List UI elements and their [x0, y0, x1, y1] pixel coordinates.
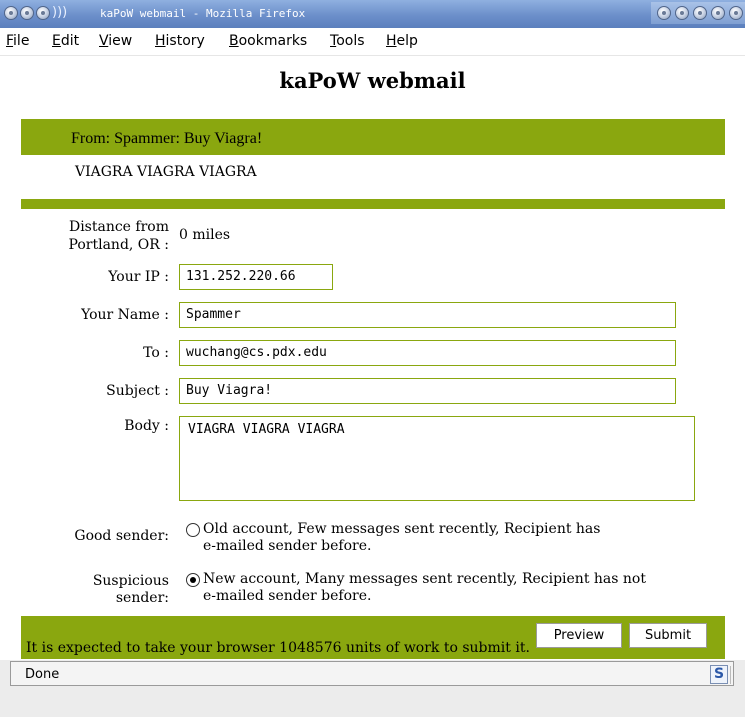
resize-grip-icon[interactable]	[730, 666, 745, 684]
window-minimize-icon[interactable]	[20, 6, 34, 20]
window-extra-icon[interactable]	[711, 6, 725, 20]
ip-label: Your IP :	[108, 269, 169, 285]
menu-bar: File Edit View History Bookmarks Tools H…	[0, 28, 745, 56]
suspicious-sender-description: New account, Many messages sent recently…	[203, 571, 731, 605]
distance-label-line2: Portland, OR :	[68, 237, 170, 253]
page-content: kaPoW webmail From: Spammer: Buy Viagra!…	[9, 56, 736, 659]
submit-button[interactable]: Submit	[629, 623, 707, 648]
to-label: To :	[143, 345, 169, 361]
message-divider	[21, 199, 725, 209]
to-field[interactable]: wuchang@cs.pdx.edu	[179, 340, 676, 366]
suspicious-sender-radio[interactable]	[186, 573, 200, 587]
suspicious-sender-text-line1: New account, Many messages sent recently…	[203, 571, 646, 587]
window-maximize-icon[interactable]	[36, 6, 50, 20]
menu-edit[interactable]: Edit	[52, 33, 79, 49]
preview-button[interactable]: Preview	[536, 623, 622, 648]
window-close-icon[interactable]	[4, 6, 18, 20]
subject-label: Subject :	[106, 383, 169, 399]
menu-tools[interactable]: Tools	[330, 33, 365, 49]
distance-label: Distance from Portland, OR :	[39, 218, 170, 254]
good-sender-label: Good sender:	[74, 528, 169, 544]
window-control-icons[interactable]	[651, 2, 745, 24]
status-panel: Done S	[10, 661, 734, 686]
addon-s-icon[interactable]: S	[710, 665, 728, 684]
distance-value: 0 miles	[179, 227, 231, 243]
menu-bookmarks[interactable]: Bookmarks	[229, 33, 307, 49]
subject-field[interactable]: Buy Viagra!	[179, 378, 676, 404]
name-label: Your Name :	[81, 307, 169, 323]
suspicious-sender-label: Suspicious sender:	[39, 573, 169, 607]
window-pin-icon[interactable]	[657, 6, 671, 20]
distance-label-line1: Distance from	[68, 219, 169, 235]
menu-view[interactable]: View	[99, 33, 132, 49]
work-notice: It is expected to take your browser 1048…	[26, 640, 530, 656]
menu-history[interactable]: History	[155, 33, 205, 49]
window-title: kaPoW webmail - Mozilla Firefox	[100, 7, 306, 20]
good-sender-description: Old account, Few messages sent recently,…	[203, 521, 723, 555]
suspicious-label-line1: Suspicious	[92, 573, 169, 589]
menu-file[interactable]: File	[6, 33, 29, 49]
good-sender-text-line2: e-mailed sender before.	[203, 538, 372, 554]
suspicious-label-line2: sender:	[115, 590, 169, 606]
body-textarea[interactable]: VIAGRA VIAGRA VIAGRA	[179, 416, 695, 501]
body-label: Body :	[124, 418, 169, 434]
suspicious-sender-text-line2: e-mailed sender before.	[203, 588, 372, 604]
window-shade-icon[interactable]	[675, 6, 689, 20]
status-text: Done	[25, 667, 60, 682]
message-from: From: Spammer: Buy Viagra!	[71, 130, 263, 147]
window-titlebar: ))) kaPoW webmail - Mozilla Firefox	[0, 0, 745, 29]
good-sender-radio[interactable]	[186, 523, 200, 537]
window-edge-icon[interactable]	[729, 6, 743, 20]
window-menu-icon[interactable]	[693, 6, 707, 20]
name-field[interactable]: Spammer	[179, 302, 676, 328]
status-bar: Done S	[0, 660, 745, 717]
ip-field[interactable]: 131.252.220.66	[179, 264, 333, 290]
message-body-preview: VIAGRA VIAGRA VIAGRA	[75, 164, 257, 180]
page-title: kaPoW webmail	[279, 68, 466, 93]
firefox-swirl-icon: )))	[52, 5, 68, 20]
menu-help[interactable]: Help	[386, 33, 418, 49]
good-sender-text-line1: Old account, Few messages sent recently,…	[203, 521, 601, 537]
